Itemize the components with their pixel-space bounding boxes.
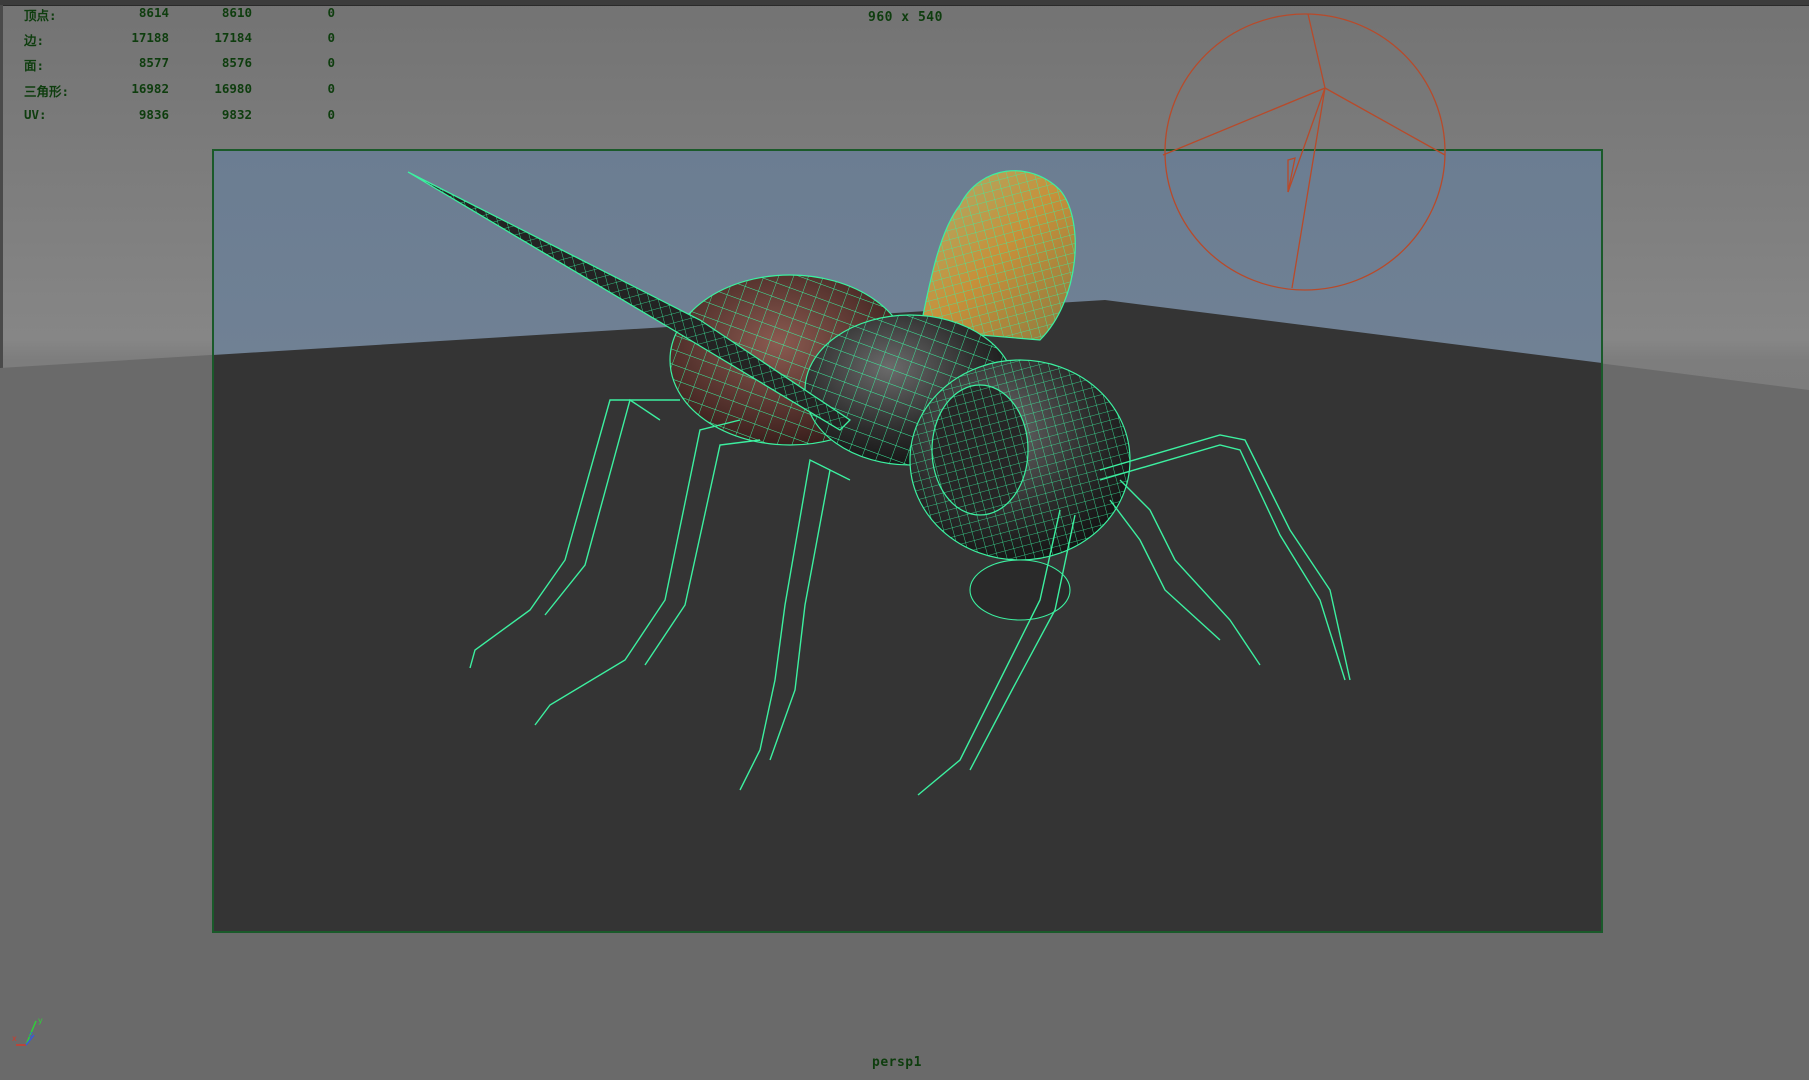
hud-value-selected: 8614 [138, 5, 169, 20]
hud-value-total: 8576 [221, 55, 252, 70]
hud-value-extra: 0 [327, 81, 335, 96]
hud-value-selected: 17188 [131, 30, 169, 45]
hud-value-total: 8610 [221, 5, 252, 20]
y-axis-label: y [38, 1016, 43, 1025]
hud-label: 面: [24, 58, 45, 73]
z-axis-label: z [29, 1030, 33, 1039]
hud-value-selected: 16982 [131, 81, 169, 96]
hud-value-total: 16980 [214, 81, 252, 96]
hud-value-total: 9832 [221, 107, 252, 122]
hud-value-extra: 0 [327, 107, 335, 122]
resolution-gate-label: 960 x 540 [868, 10, 943, 25]
hud-value-selected: 8577 [138, 55, 169, 70]
hud-label: UV: [24, 107, 47, 122]
hud-value-total: 17184 [214, 30, 252, 45]
hud-label: 顶点: [24, 8, 57, 23]
hud-label: 三角形: [24, 84, 70, 99]
resolution-gate [212, 149, 1603, 933]
camera-name-label: persp1 [872, 1055, 922, 1070]
hud-value-extra: 0 [327, 55, 335, 70]
view-axis-indicator: y x z [12, 1016, 43, 1046]
x-axis-label: x [12, 1034, 17, 1043]
scene-canvas[interactable] [0, 0, 1809, 1080]
hud-label: 边: [24, 33, 45, 48]
viewport-panel[interactable]: 顶点: 8614 8610 0 边: 17188 17184 0 面: 8577… [0, 0, 1809, 1080]
hud-value-extra: 0 [327, 30, 335, 45]
hud-value-selected: 9836 [138, 107, 169, 122]
hud-value-extra: 0 [327, 5, 335, 20]
